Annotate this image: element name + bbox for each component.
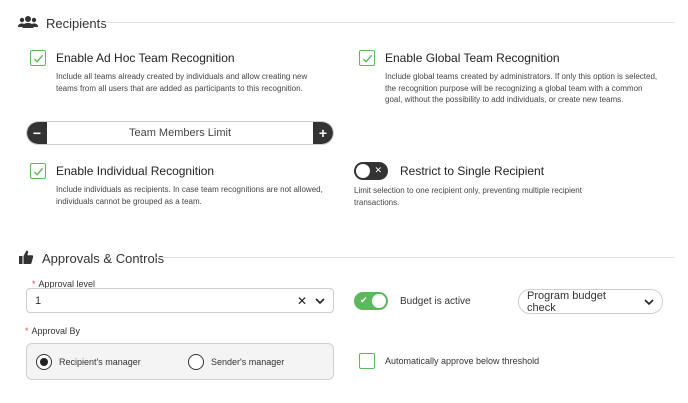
auto-approve-label: Automatically approve below threshold [385,356,540,366]
approval-level-select[interactable]: 1 ✕ [26,288,334,313]
individual-recognition-checkbox[interactable] [30,163,46,179]
check-icon: ✔ [360,295,368,305]
team-members-limit-stepper: − Team Members Limit + [26,121,334,145]
users-icon [18,15,38,32]
close-icon: ✕ [374,165,382,175]
decrement-button[interactable]: − [27,122,47,144]
global-team-description: Include global teams created by administ… [385,72,658,104]
budget-active-option: ✔ Budget is active [354,292,471,310]
recipients-title: Recipients [46,16,107,31]
single-recipient-option: ✕ Restrict to Single Recipient Limit sel… [354,162,664,208]
single-recipient-title: Restrict to Single Recipient [400,164,545,178]
individual-recognition-option: Enable Individual Recognition Include in… [30,163,330,207]
adhoc-team-description: Include all teams already created by ind… [56,72,308,93]
check-icon [33,167,43,176]
auto-approve-checkbox[interactable] [359,353,375,369]
approval-by-label: * Approval By [25,326,81,336]
chevron-down-icon[interactable] [315,294,325,308]
clear-icon[interactable]: ✕ [297,294,307,308]
radio-button[interactable] [36,353,52,370]
auto-approve-option: Automatically approve below threshold [359,353,539,369]
recipients-divider [100,22,674,23]
chevron-down-icon [644,295,654,309]
single-recipient-description: Limit selection to one recipient only, p… [354,186,582,207]
global-team-checkbox[interactable] [359,50,375,66]
radio-recipients-manager[interactable]: Recipient's manager [36,353,188,370]
recipients-header: Recipients [18,15,107,32]
approvals-title: Approvals & Controls [42,251,165,266]
radio-label: Sender's manager [211,356,285,367]
budget-check-value: Program budget check [527,289,606,314]
team-members-limit-label[interactable]: Team Members Limit [47,127,313,139]
radio-button[interactable] [188,353,204,370]
toggle-knob [356,164,370,178]
global-team-title: Enable Global Team Recognition [385,51,560,65]
budget-active-label: Budget is active [400,295,471,307]
increment-button[interactable]: + [313,122,333,144]
toggle-knob [372,294,386,308]
approvals-header: Approvals & Controls [18,249,164,268]
check-icon [362,54,372,63]
global-team-option: Enable Global Team Recognition Include g… [359,50,659,106]
budget-check-select[interactable]: Program budget check [518,289,663,314]
approval-level-value: 1 [35,294,42,307]
radio-senders-manager[interactable]: Sender's manager [188,353,285,370]
individual-recognition-description: Include individuals as recipients. In ca… [56,185,323,206]
single-recipient-toggle[interactable]: ✕ [354,162,388,180]
approvals-divider [156,257,674,258]
adhoc-team-title: Enable Ad Hoc Team Recognition [56,51,235,65]
approval-by-radio-group: Recipient's manager Sender's manager [26,343,334,380]
individual-recognition-title: Enable Individual Recognition [56,164,215,178]
adhoc-team-checkbox[interactable] [30,50,46,66]
thumbs-up-icon [18,249,34,268]
radio-label: Recipient's manager [59,356,141,367]
adhoc-team-option: Enable Ad Hoc Team Recognition Include a… [30,50,330,94]
check-icon [33,54,43,63]
budget-active-toggle[interactable]: ✔ [354,292,388,310]
